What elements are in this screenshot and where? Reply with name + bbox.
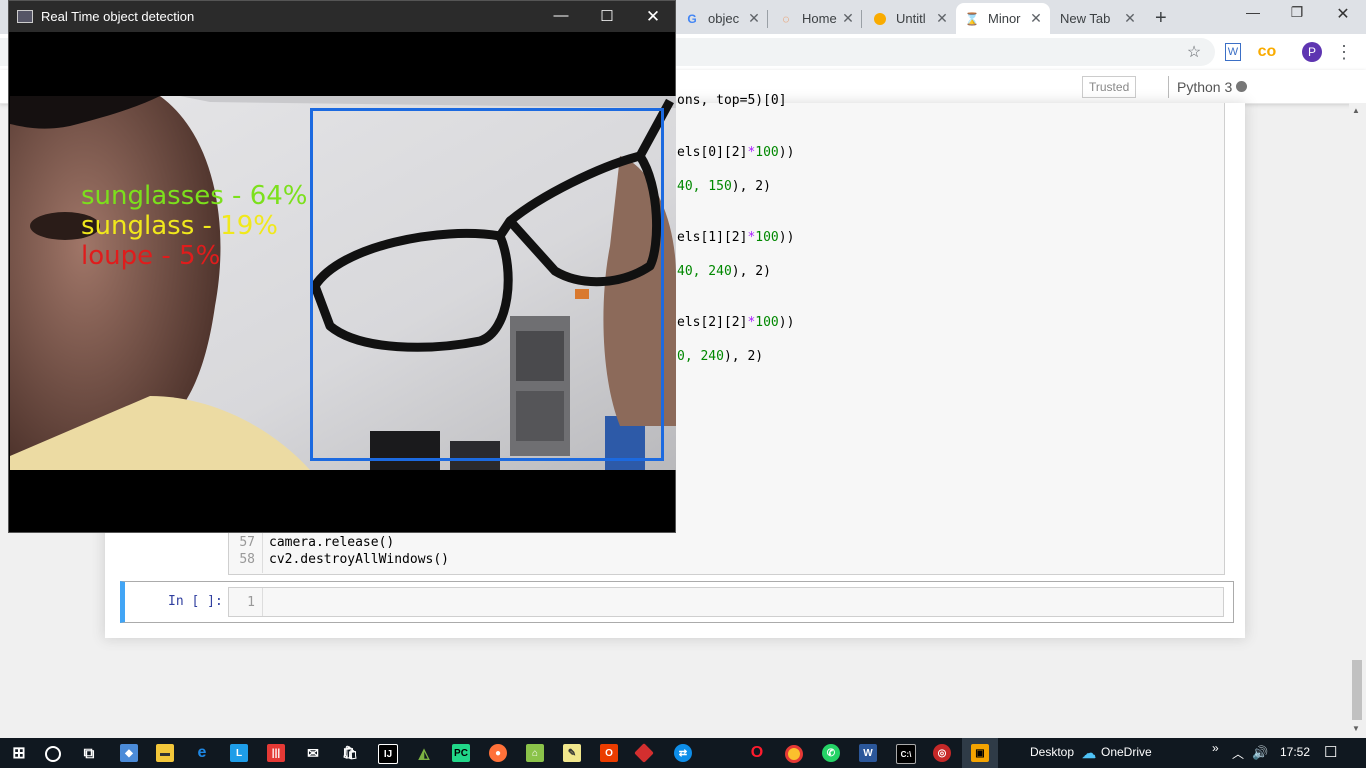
app-globe-icon[interactable]: ◎ <box>933 744 951 762</box>
page-scrollbar[interactable] <box>1349 103 1366 735</box>
python-app-icon[interactable]: ▣ <box>971 744 989 762</box>
close-tab-icon[interactable]: ✕ <box>746 10 762 27</box>
detection-label-2: sunglass - 19% <box>81 211 278 241</box>
close-tab-icon[interactable]: ✕ <box>840 10 856 27</box>
close-tab-icon[interactable]: ✕ <box>1122 10 1138 27</box>
code-line: camera.release() <box>269 535 395 550</box>
code-line: els[2][2]*100)) <box>677 315 795 330</box>
detection-label-3: loupe - 5% <box>81 241 221 271</box>
cell-prompt: In [ ]: <box>168 594 223 609</box>
android-studio-icon[interactable]: ◭ <box>415 744 433 762</box>
new-tab-button[interactable]: + <box>1150 3 1180 34</box>
app-icon <box>17 10 33 23</box>
mail-icon[interactable]: ✉ <box>304 744 322 762</box>
google-icon: G <box>687 11 697 26</box>
close-window-icon[interactable]: ✕ <box>1320 4 1366 24</box>
colab-extension-icon[interactable]: co <box>1257 42 1277 62</box>
cell-input[interactable] <box>228 587 1224 617</box>
menu-icon[interactable]: ⋮ <box>1334 42 1354 62</box>
profile-avatar[interactable]: P <box>1302 42 1322 62</box>
hourglass-icon: ⌛ <box>964 11 980 26</box>
tab-separator <box>767 10 768 28</box>
line-number: 1 <box>247 595 255 610</box>
close-tab-icon[interactable]: ✕ <box>1028 10 1044 27</box>
close-window-icon[interactable]: ✕ <box>630 7 676 27</box>
windows-start-icon[interactable]: ⊞ <box>10 744 28 762</box>
code-line: 40, 240), 2) <box>677 264 771 279</box>
code-line: 40, 150), 2) <box>677 179 771 194</box>
bookmark-star-icon[interactable]: ☆ <box>1184 42 1204 62</box>
code-line: els[1][2]*100)) <box>677 230 795 245</box>
search-icon[interactable] <box>45 746 61 762</box>
onedrive-icon[interactable]: ☁ <box>1080 744 1098 762</box>
bounding-box <box>310 108 664 461</box>
file-explorer-icon[interactable]: ▬ <box>156 744 174 762</box>
app-l-icon[interactable]: L <box>230 744 248 762</box>
tray-expand-icon[interactable]: ︿ <box>1232 745 1244 762</box>
edge-icon[interactable]: e <box>193 744 211 762</box>
task-view-icon[interactable]: ⧉ <box>80 744 98 762</box>
tab-untitled[interactable]: Untitl ✕ <box>864 3 956 34</box>
detection-window: Real Time object detection — ☐ ✕ sunglas… <box>8 0 676 533</box>
minimize-icon[interactable]: — <box>538 7 584 24</box>
tab-separator <box>861 10 862 28</box>
line-number: 57 <box>239 535 255 550</box>
scroll-up-arrow-icon[interactable]: ▲ <box>1352 106 1360 115</box>
colab-icon <box>872 11 888 27</box>
scroll-down-arrow-icon[interactable]: ▼ <box>1352 724 1360 733</box>
firefox-icon[interactable]: ● <box>489 744 507 762</box>
desktop-toolbar-label[interactable]: Desktop <box>1030 745 1074 759</box>
detection-label-1: sunglasses - 64% <box>81 181 308 211</box>
code-line: 0, 240), 2) <box>677 349 764 364</box>
tab-home[interactable]: ◌ Home ✕ <box>770 3 862 34</box>
kernel-name[interactable]: Python 3 <box>1168 76 1232 98</box>
trusted-badge[interactable]: Trusted <box>1082 76 1137 98</box>
teamviewer-icon[interactable]: ⇄ <box>674 744 692 762</box>
volume-icon[interactable]: 🔊 <box>1252 745 1268 761</box>
office-icon[interactable]: O <box>600 744 618 762</box>
code-line: cv2.destroyAllWindows() <box>269 552 450 567</box>
scrollbar-thumb[interactable] <box>1352 660 1362 720</box>
code-line: els[0][2]*100)) <box>677 145 795 160</box>
chrome-icon[interactable] <box>785 745 803 763</box>
notifications-icon[interactable]: ☐ <box>1324 743 1337 761</box>
word-icon[interactable]: W <box>859 744 877 762</box>
tab-new-tab[interactable]: New Tab ✕ <box>1052 3 1144 34</box>
3d-viewer-icon[interactable]: ◆ <box>120 744 138 762</box>
store-icon[interactable]: 🛍 <box>341 744 359 762</box>
notes-icon[interactable]: ✎ <box>563 744 581 762</box>
app-red-icon[interactable]: ||| <box>267 744 285 762</box>
camera-frame: sunglasses - 64% sunglass - 19% loupe - … <box>10 96 676 470</box>
tab-objec[interactable]: G objec ✕ <box>676 3 768 34</box>
kernel-status-icon <box>1236 81 1247 92</box>
extension-icon[interactable]: W <box>1225 43 1241 61</box>
jupyter-icon: ◌ <box>782 11 790 26</box>
opera-icon[interactable]: O <box>748 744 766 762</box>
terminal-icon[interactable]: C:\ <box>896 744 916 764</box>
whatsapp-icon[interactable]: ✆ <box>822 744 840 762</box>
intellij-icon[interactable]: IJ <box>378 744 398 764</box>
clock[interactable]: 17:52 <box>1280 745 1310 759</box>
restore-icon[interactable]: ❐ <box>1274 4 1320 21</box>
line-number: 58 <box>239 552 255 567</box>
pycharm-icon[interactable]: PC <box>452 744 470 762</box>
app-house-icon[interactable]: ⌂ <box>526 744 544 762</box>
toolbar-overflow-icon[interactable]: » <box>1212 741 1219 755</box>
minimize-icon[interactable]: — <box>1230 4 1276 20</box>
window-title: Real Time object detection <box>41 9 195 24</box>
maximize-icon[interactable]: ☐ <box>584 7 630 25</box>
code-line: ons, top=5)[0] <box>677 93 787 108</box>
tab-minor[interactable]: ⌛ Minor ✕ <box>956 3 1050 34</box>
close-tab-icon[interactable]: ✕ <box>934 10 950 27</box>
onedrive-label[interactable]: OneDrive <box>1101 745 1152 759</box>
